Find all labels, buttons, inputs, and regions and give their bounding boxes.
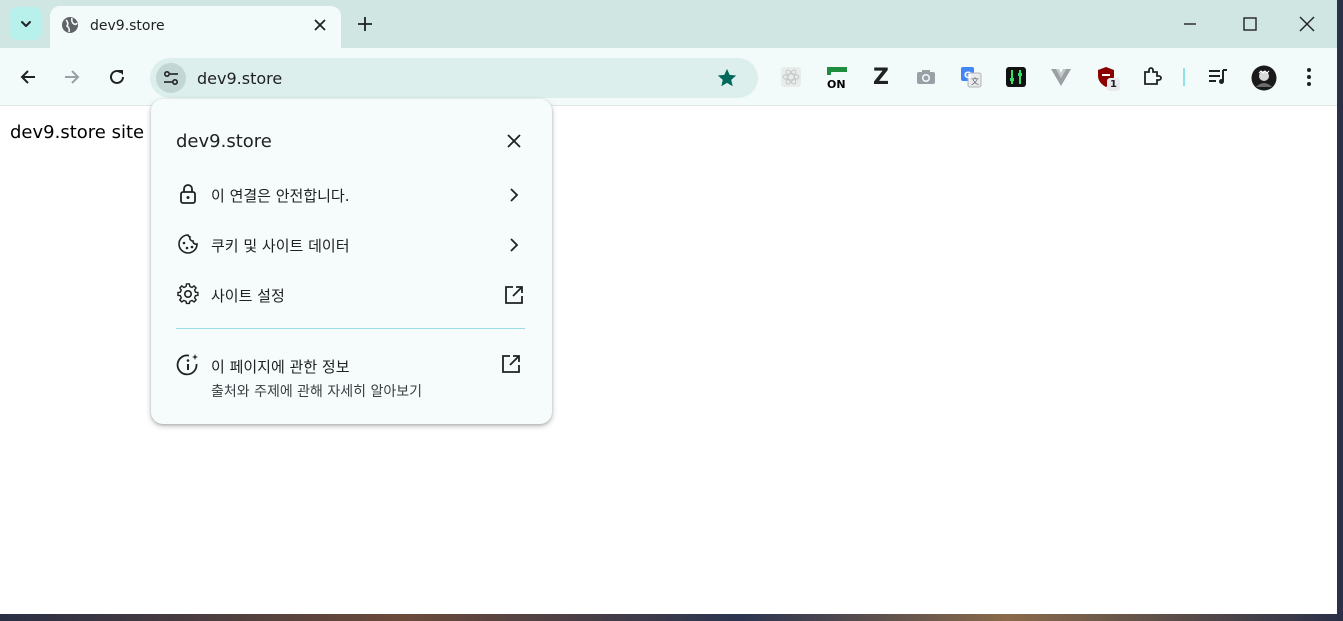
svg-text:文: 文 [971, 76, 979, 86]
popup-title: dev9.store [176, 131, 272, 152]
arrow-left-icon [20, 70, 35, 84]
open-external-icon [503, 284, 525, 306]
connection-secure-label: 이 연결은 안전합니다. [211, 187, 350, 205]
about-this-page-item[interactable]: 이 페이지에 관한 정보 출처와 주제에 관해 자세히 알아보기 [151, 343, 552, 403]
popup-close-button[interactable] [504, 131, 524, 151]
back-button[interactable] [17, 66, 39, 88]
site-info-popup: dev9.store 이 연결은 안전합니다. 쿠키 및 사이트 데이터 사이트… [151, 99, 552, 424]
page-body-text: dev9.store site [10, 122, 145, 143]
more-vertical-icon [1307, 68, 1311, 86]
tune-icon [163, 70, 179, 86]
browser-window: dev9.store dev9.store ON Z G 文 1 dev9.st… [0, 0, 1337, 614]
reload-button[interactable] [106, 66, 128, 88]
url-text[interactable]: dev9.store [197, 69, 282, 88]
tab-active[interactable]: dev9.store [50, 6, 341, 48]
arrow-right-icon [65, 70, 80, 84]
forward-button[interactable] [61, 66, 83, 88]
site-settings-item[interactable]: 사이트 설정 [151, 272, 552, 316]
cookie-icon [176, 232, 200, 256]
extension-badge: 1 [1107, 78, 1120, 91]
extension-screenshot[interactable] [914, 65, 938, 89]
equalizer-icon [1006, 67, 1026, 87]
maximize-icon [1243, 17, 1257, 31]
chevron-down-icon [20, 20, 31, 27]
site-settings-label: 사이트 설정 [211, 287, 285, 305]
about-this-page-sublabel: 출처와 주제에 관해 자세히 알아보기 [211, 384, 422, 400]
close-icon [1299, 16, 1315, 32]
browser-menu-button[interactable] [1297, 65, 1321, 89]
close-icon [507, 134, 521, 148]
window-close-button[interactable] [1297, 14, 1317, 34]
site-info-button[interactable] [156, 63, 186, 93]
bookmark-star-icon[interactable] [716, 67, 738, 89]
close-icon [314, 19, 326, 31]
new-tab-button[interactable] [355, 14, 375, 34]
tab-title: dev9.store [90, 18, 165, 34]
tab-search-button[interactable] [9, 7, 42, 40]
profile-avatar[interactable] [1251, 65, 1277, 91]
extension-react-icon[interactable] [779, 65, 803, 89]
minimize-button[interactable] [1180, 14, 1200, 34]
extension-z[interactable]: Z [869, 64, 893, 90]
puzzle-piece-icon [1144, 67, 1162, 85]
camera-icon [917, 70, 935, 84]
maximize-button[interactable] [1240, 14, 1260, 34]
minimize-icon [1184, 23, 1196, 25]
extension-equalizer[interactable] [1004, 65, 1028, 89]
cookies-site-data-item[interactable]: 쿠키 및 사이트 데이터 [151, 222, 552, 266]
connection-secure-item[interactable]: 이 연결은 안전합니다. [151, 172, 552, 216]
gear-icon [176, 282, 200, 306]
react-icon [781, 67, 801, 87]
extension-shield-blocker[interactable]: 1 [1094, 65, 1120, 91]
queue-music-icon [1209, 69, 1227, 84]
tab-close-button[interactable] [311, 16, 329, 34]
extension-on-toggle[interactable]: ON [824, 65, 850, 91]
globe-icon [62, 17, 78, 33]
toolbar-separator [1183, 68, 1185, 86]
lock-icon [176, 182, 200, 206]
about-this-page-label: 이 페이지에 관한 정보 [211, 358, 350, 376]
vue-icon [1051, 69, 1071, 86]
extension-google-translate[interactable]: G文 [959, 65, 983, 89]
popup-divider [176, 328, 525, 329]
chevron-right-icon [503, 234, 525, 256]
z-label: Z [873, 64, 889, 90]
toolbar: dev9.store ON Z G文 1 [0, 48, 1337, 106]
address-bar[interactable]: dev9.store [150, 58, 758, 98]
cookies-site-data-label: 쿠키 및 사이트 데이터 [211, 237, 350, 255]
plus-icon [358, 17, 372, 31]
translate-icon: G文 [961, 67, 982, 88]
open-external-icon [500, 353, 522, 375]
chevron-right-icon [503, 184, 525, 206]
info-sparkle-icon [176, 353, 200, 377]
avatar-icon [1251, 65, 1277, 91]
reload-icon [110, 69, 124, 84]
extension-vue-devtools[interactable] [1049, 65, 1073, 89]
media-controls-button[interactable] [1206, 65, 1230, 89]
tab-strip: dev9.store [0, 0, 1337, 48]
on-label: ON [827, 78, 846, 91]
extensions-menu-button[interactable] [1140, 65, 1164, 89]
